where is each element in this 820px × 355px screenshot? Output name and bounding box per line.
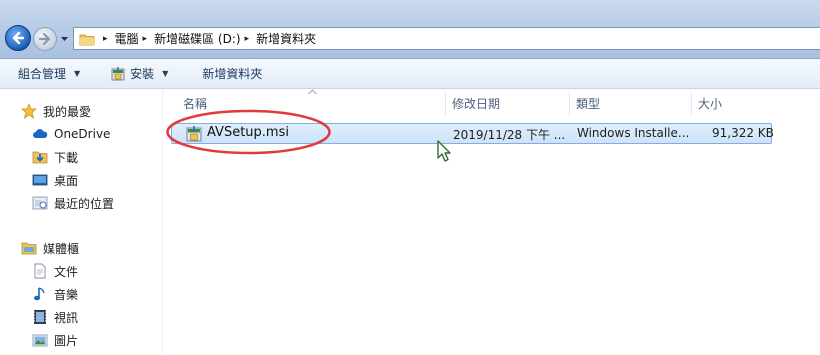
install-label: 安裝 — [130, 67, 155, 81]
file-list: 名稱 修改日期 類型 大小 AVSetup.msi 2019/11/28 下午 … — [163, 89, 820, 355]
column-header-date[interactable]: 修改日期 — [452, 95, 500, 115]
nav-item-label: 下載 — [54, 150, 79, 165]
breadcrumb-separator[interactable]: ▸ — [245, 34, 250, 44]
nav-item-label: 文件 — [54, 264, 79, 279]
pictures-icon — [32, 334, 48, 347]
column-header-type[interactable]: 類型 — [576, 95, 600, 115]
nav-item-pictures[interactable]: 圖片 — [32, 330, 78, 350]
nav-libraries[interactable]: 媒體櫃 — [21, 238, 79, 258]
file-type: Windows Installe... — [577, 126, 690, 140]
star-icon — [21, 103, 37, 119]
column-divider[interactable] — [569, 92, 570, 116]
breadcrumb-separator[interactable]: ▸ — [143, 34, 148, 44]
documents-icon — [34, 263, 46, 279]
nav-item-label: 最近的位置 — [54, 196, 115, 211]
file-size: 91,322 KB — [712, 126, 774, 140]
chevron-down-icon: ▼ — [162, 69, 169, 78]
folder-icon — [79, 34, 95, 45]
command-bar: 組合管理 ▼ 安裝 ▼ 新增資料夾 — [0, 59, 820, 89]
desktop-icon — [32, 174, 48, 186]
file-name[interactable]: AVSetup.msi — [207, 125, 289, 140]
cloud-icon — [33, 129, 48, 138]
navigation-pane: 我的最愛 OneDrive 下載 桌面 最近的位置 媒體櫃 文件 音樂 視訊 圖… — [0, 89, 163, 355]
nav-item-video[interactable]: 視訊 — [32, 307, 78, 327]
music-icon — [34, 287, 45, 301]
new-folder-label: 新增資料夾 — [202, 67, 263, 81]
downloads-icon — [32, 151, 48, 164]
arrow-left-icon — [12, 31, 25, 45]
column-divider[interactable] — [445, 92, 446, 116]
nav-favorites[interactable]: 我的最愛 — [21, 101, 91, 121]
chevron-down-icon: ▼ — [74, 69, 81, 78]
back-button[interactable] — [5, 25, 31, 51]
address-bar-region: ▸ 電腦 ▸ 新增磁碟區 (D:) ▸ 新增資料夾 — [0, 0, 820, 59]
breadcrumb-separator[interactable]: ▸ — [103, 34, 108, 44]
msi-installer-icon — [186, 126, 202, 142]
column-header-name[interactable]: 名稱 — [183, 95, 207, 115]
address-field[interactable]: ▸ 電腦 ▸ 新增磁碟區 (D:) ▸ 新增資料夾 — [73, 27, 820, 50]
new-folder-button[interactable]: 新增資料夾 — [196, 63, 268, 85]
nav-item-onedrive[interactable]: OneDrive — [32, 124, 110, 144]
column-divider[interactable] — [691, 92, 692, 116]
nav-libraries-label: 媒體櫃 — [43, 241, 80, 256]
nav-item-music[interactable]: 音樂 — [32, 284, 78, 304]
nav-item-label: OneDrive — [54, 127, 111, 141]
breadcrumb-computer[interactable]: 電腦 — [115, 30, 139, 47]
file-date: 2019/11/28 下午 ... — [453, 128, 566, 142]
video-icon — [34, 310, 46, 324]
sort-ascending-icon — [308, 89, 317, 95]
nav-item-recent-places[interactable]: 最近的位置 — [32, 193, 114, 213]
mouse-cursor-icon — [437, 140, 451, 162]
column-header-size[interactable]: 大小 — [698, 95, 722, 115]
file-row[interactable]: AVSetup.msi 2019/11/28 下午 ... Windows In… — [171, 123, 774, 144]
installer-icon — [111, 66, 125, 80]
nav-item-documents[interactable]: 文件 — [32, 261, 78, 281]
forward-button[interactable] — [33, 27, 57, 51]
organize-label: 組合管理 — [18, 67, 67, 81]
nav-favorites-label: 我的最愛 — [43, 104, 92, 119]
nav-item-downloads[interactable]: 下載 — [32, 147, 78, 167]
nav-item-label: 圖片 — [54, 333, 79, 348]
nav-item-label: 桌面 — [54, 173, 79, 188]
library-icon — [21, 242, 37, 255]
organize-button[interactable]: 組合管理 ▼ — [12, 63, 86, 85]
arrow-right-icon — [38, 32, 51, 46]
recent-pages-dropdown[interactable] — [60, 34, 69, 43]
nav-item-desktop[interactable]: 桌面 — [32, 170, 78, 190]
nav-item-label: 音樂 — [54, 287, 79, 302]
nav-item-label: 視訊 — [54, 310, 79, 325]
breadcrumb-drive[interactable]: 新增磁碟區 (D:) — [154, 30, 240, 47]
install-button[interactable]: 安裝 ▼ — [104, 63, 174, 85]
breadcrumb-folder[interactable]: 新增資料夾 — [256, 30, 316, 47]
recent-places-icon — [32, 196, 48, 210]
